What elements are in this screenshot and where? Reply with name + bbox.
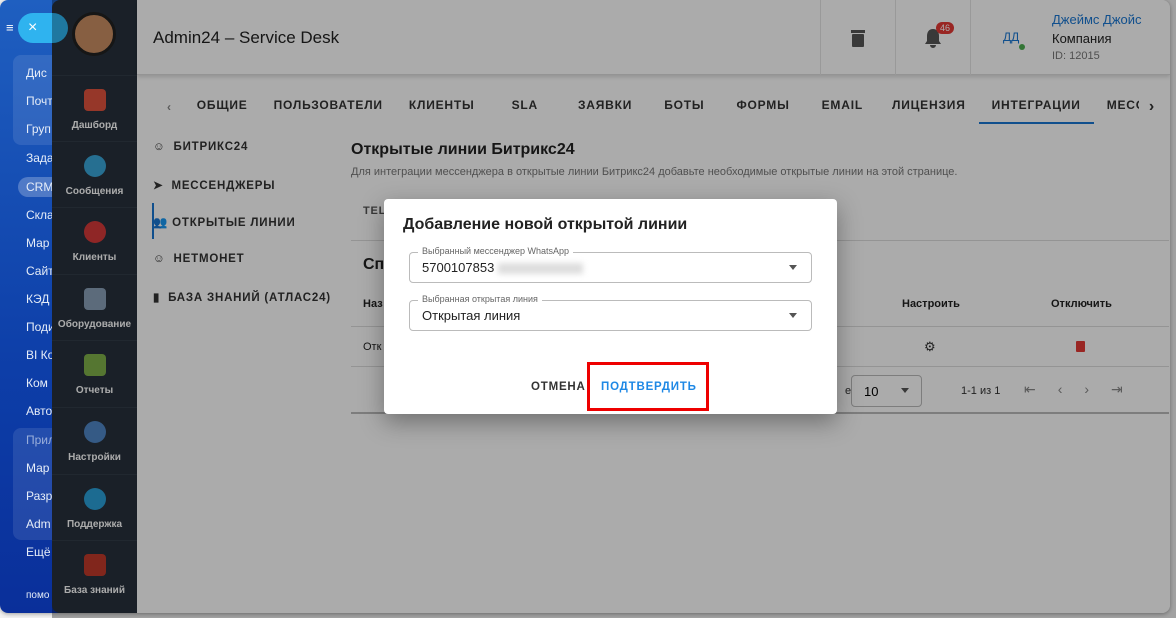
- menu-icon[interactable]: ≡: [6, 20, 14, 35]
- nav-item[interactable]: Зада: [26, 151, 54, 165]
- messenger-label: Выбранный мессенджер WhatsApp: [418, 246, 574, 256]
- nav-item[interactable]: КЭД: [26, 292, 49, 306]
- add-open-line-dialog: Добавление новой открытой линии Выбранны…: [384, 199, 837, 414]
- nav-item[interactable]: Груп: [26, 122, 51, 136]
- nav-item[interactable]: Почт: [26, 94, 53, 108]
- chevron-down-icon: [789, 265, 797, 270]
- nav-item[interactable]: Мар: [26, 461, 49, 475]
- redacted-blur: [498, 263, 583, 274]
- open-line-select[interactable]: Выбранная открытая линия Открытая линия: [409, 294, 812, 331]
- cancel-button[interactable]: ОТМЕНА: [531, 381, 586, 393]
- nav-item[interactable]: CRM: [26, 180, 53, 194]
- nav-item[interactable]: Ком: [26, 376, 48, 390]
- messenger-value: 5700107853: [422, 260, 495, 275]
- nav-item[interactable]: Авто: [26, 404, 52, 418]
- open-line-value: Открытая линия: [422, 308, 521, 323]
- nav-item: Прил: [26, 433, 56, 447]
- highlight-box: [587, 362, 709, 411]
- nav-item[interactable]: Дис: [26, 66, 47, 80]
- dialog-title: Добавление новой открытой линии: [403, 216, 688, 233]
- chevron-down-icon: [789, 313, 797, 318]
- open-line-label: Выбранная открытая линия: [418, 294, 542, 304]
- nav-item[interactable]: Сайт: [26, 264, 54, 278]
- nav-item[interactable]: Ещё: [26, 545, 51, 559]
- messenger-select[interactable]: Выбранный мессенджер WhatsApp 5700107853: [409, 246, 812, 283]
- nav-item[interactable]: Разр: [26, 489, 52, 503]
- nav-item[interactable]: BI Ко: [26, 348, 54, 362]
- nav-item[interactable]: Поди: [26, 320, 55, 334]
- nav-item[interactable]: помо: [26, 590, 49, 601]
- nav-item[interactable]: Скла: [26, 208, 54, 222]
- nav-item[interactable]: Adm: [26, 517, 51, 531]
- nav-item[interactable]: Мар: [26, 236, 49, 250]
- portal-nav: Дис Почт Груп Зада CRM Скла Мар Сайт КЭД…: [0, 0, 68, 613]
